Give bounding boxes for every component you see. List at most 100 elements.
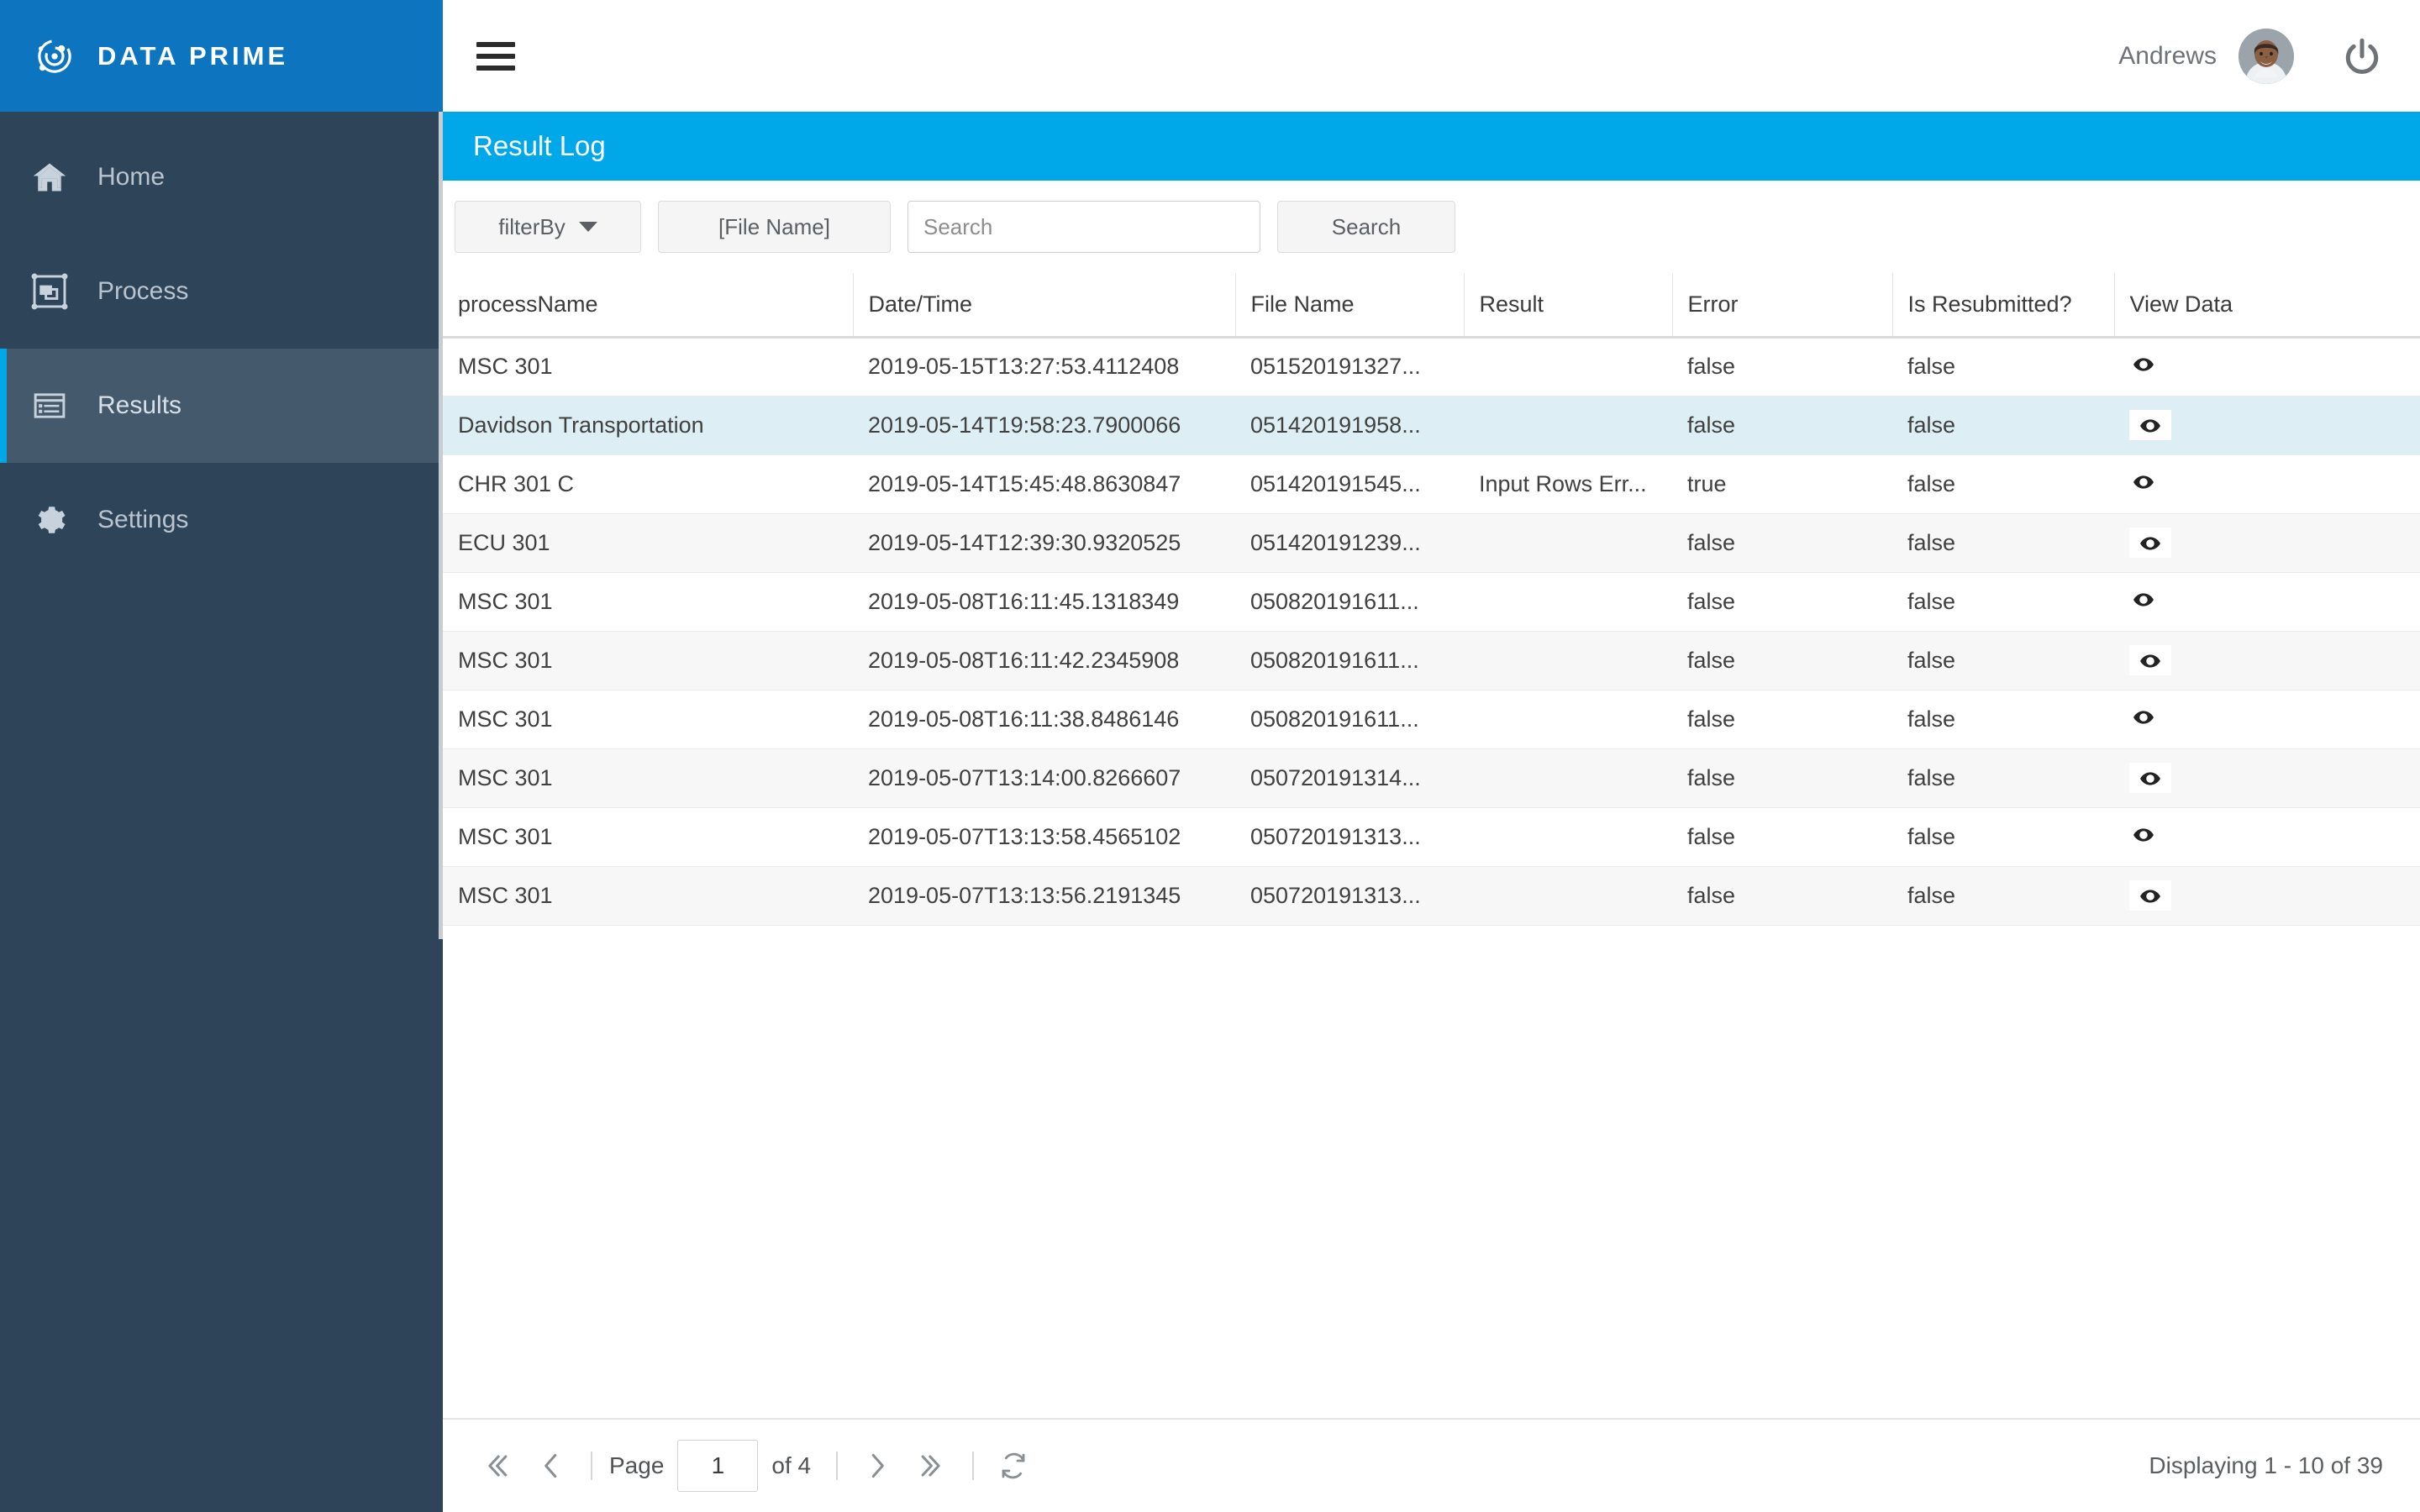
sidebar-item-process[interactable]: Process bbox=[0, 234, 443, 349]
error-cell: false bbox=[1672, 396, 1892, 455]
table-row[interactable]: MSC 301 2019-05-08T16:11:42.2345908 050820… bbox=[443, 631, 2420, 690]
hamburger-icon[interactable] bbox=[476, 37, 515, 76]
result-cell bbox=[1464, 807, 1672, 867]
column-header-datetime[interactable]: Date/Time bbox=[853, 273, 1236, 339]
column-header-error[interactable]: Error bbox=[1672, 273, 1893, 339]
result-cell bbox=[1464, 337, 1672, 396]
eye-icon[interactable] bbox=[2129, 824, 2158, 844]
view-data-button[interactable] bbox=[2129, 879, 2171, 911]
view-data-button[interactable] bbox=[2129, 824, 2158, 849]
table-row[interactable]: MSC 301 2019-05-07T13:13:58.4565102 050720… bbox=[443, 807, 2420, 867]
view-data-cell bbox=[2114, 748, 2420, 808]
toolbar: filterBy [File Name] Search bbox=[443, 181, 2420, 273]
search-button-label: Search bbox=[1331, 213, 1402, 239]
list-table-icon bbox=[30, 386, 69, 425]
error-cell: false bbox=[1672, 807, 1892, 867]
column-header-viewdata[interactable]: View Data bbox=[2114, 273, 2420, 339]
view-data-button[interactable] bbox=[2129, 644, 2171, 675]
error-cell: false bbox=[1672, 748, 1892, 808]
eye-icon[interactable] bbox=[2136, 415, 2165, 435]
error-cell: false bbox=[1672, 513, 1892, 573]
orbit-target-icon bbox=[30, 32, 79, 81]
pagination-controls: Page of 4 bbox=[468, 1438, 1041, 1494]
avatar[interactable] bbox=[2238, 28, 2294, 84]
file-name-cell: 051520191327... bbox=[1235, 337, 1464, 396]
column-header-isresubmitted[interactable]: Is Resubmitted? bbox=[1892, 273, 2115, 339]
view-data-button[interactable] bbox=[2129, 706, 2158, 732]
result-cell bbox=[1464, 513, 1672, 573]
view-data-button[interactable] bbox=[2129, 762, 2171, 793]
sidebar-item-settings[interactable]: Settings bbox=[0, 463, 443, 577]
chevron-right-icon[interactable] bbox=[850, 1438, 905, 1494]
is-resubmitted-cell: false bbox=[1892, 748, 2114, 808]
error-cell: false bbox=[1672, 337, 1892, 396]
double-chevron-left-icon[interactable] bbox=[468, 1438, 523, 1494]
column-header-filename[interactable]: File Name bbox=[1235, 273, 1465, 339]
sidebar-item-label: Settings bbox=[97, 506, 189, 533]
sidebar-item-label: Home bbox=[97, 163, 166, 191]
column-header-result[interactable]: Result bbox=[1464, 273, 1673, 339]
pagination-divider bbox=[972, 1452, 975, 1480]
result-cell bbox=[1464, 748, 1672, 808]
view-data-button[interactable] bbox=[2129, 409, 2171, 440]
view-data-button[interactable] bbox=[2129, 589, 2158, 614]
view-data-button[interactable] bbox=[2129, 471, 2158, 496]
table-row[interactable]: MSC 301 2019-05-08T16:11:38.8486146 050820… bbox=[443, 690, 2420, 749]
table-row[interactable]: ECU 301 2019-05-14T12:39:30.9320525 051420… bbox=[443, 513, 2420, 573]
view-data-cell bbox=[2114, 572, 2420, 632]
table-row[interactable]: MSC 301 2019-05-07T13:13:56.2191345 050720… bbox=[443, 866, 2420, 926]
datetime-cell: 2019-05-08T16:11:38.8486146 bbox=[853, 690, 1235, 749]
user-name: Andrews bbox=[2118, 41, 2217, 70]
eye-icon[interactable] bbox=[2136, 533, 2165, 553]
file-name-cell: 050820191611... bbox=[1235, 572, 1464, 632]
refresh-icon[interactable] bbox=[986, 1438, 1041, 1494]
eye-icon[interactable] bbox=[2129, 354, 2158, 374]
eye-icon[interactable] bbox=[2129, 706, 2158, 727]
view-data-button[interactable] bbox=[2129, 527, 2171, 558]
is-resubmitted-cell: false bbox=[1892, 396, 2114, 455]
view-data-cell bbox=[2114, 454, 2420, 514]
results-table: processName Date/Time File Name Result E… bbox=[443, 273, 2420, 926]
table-row[interactable]: CHR 301 C 2019-05-14T15:45:48.8630847 0514… bbox=[443, 454, 2420, 514]
filter-by-dropdown[interactable]: filterBy bbox=[455, 201, 641, 253]
chevron-left-icon[interactable] bbox=[523, 1438, 579, 1494]
chevron-down-icon bbox=[578, 222, 597, 232]
view-data-button[interactable] bbox=[2129, 354, 2158, 379]
eye-icon[interactable] bbox=[2136, 885, 2165, 906]
is-resubmitted-cell: false bbox=[1892, 690, 2114, 749]
table-row[interactable]: MSC 301 2019-05-07T13:14:00.8266607 050720… bbox=[443, 748, 2420, 808]
app-root: DATA PRIME Home Process Results Settings… bbox=[0, 0, 2420, 1512]
error-cell: false bbox=[1672, 631, 1892, 690]
double-chevron-right-icon[interactable] bbox=[905, 1438, 960, 1494]
table-row[interactable]: MSC 301 2019-05-08T16:11:45.1318349 050820… bbox=[443, 572, 2420, 632]
sidebar-item-home[interactable]: Home bbox=[0, 120, 443, 234]
file-name-button[interactable]: [File Name] bbox=[658, 201, 891, 253]
datetime-cell: 2019-05-07T13:13:58.4565102 bbox=[853, 807, 1235, 867]
eye-icon[interactable] bbox=[2129, 589, 2158, 609]
datetime-cell: 2019-05-15T13:27:53.4112408 bbox=[853, 337, 1235, 396]
page-total-label: of 4 bbox=[771, 1452, 812, 1478]
topbar: Andrews bbox=[443, 0, 2420, 112]
error-cell: false bbox=[1672, 690, 1892, 749]
process-name-cell: MSC 301 bbox=[443, 631, 853, 690]
power-icon[interactable] bbox=[2341, 35, 2383, 77]
is-resubmitted-cell: false bbox=[1892, 572, 2114, 632]
column-header-processname[interactable]: processName bbox=[443, 273, 854, 339]
eye-icon[interactable] bbox=[2129, 471, 2158, 491]
sidebar: DATA PRIME Home Process Results Settings bbox=[0, 0, 443, 1512]
search-button[interactable]: Search bbox=[1277, 201, 1455, 253]
sidebar-scrollbar[interactable] bbox=[439, 112, 443, 939]
search-input[interactable] bbox=[908, 201, 1260, 253]
error-cell: true bbox=[1672, 454, 1892, 514]
table-row[interactable]: Davidson Transportation 2019-05-14T19:58:… bbox=[443, 396, 2420, 455]
eye-icon[interactable] bbox=[2136, 650, 2165, 670]
process-name-cell: ECU 301 bbox=[443, 513, 853, 573]
table-row[interactable]: MSC 301 2019-05-15T13:27:53.4112408 051520… bbox=[443, 337, 2420, 396]
process-name-cell: Davidson Transportation bbox=[443, 396, 853, 455]
page-number-input[interactable] bbox=[677, 1440, 759, 1492]
sidebar-item-results[interactable]: Results bbox=[0, 349, 443, 463]
brand-header[interactable]: DATA PRIME bbox=[0, 0, 443, 112]
datetime-cell: 2019-05-08T16:11:45.1318349 bbox=[853, 572, 1235, 632]
eye-icon[interactable] bbox=[2136, 768, 2165, 788]
is-resubmitted-cell: false bbox=[1892, 866, 2114, 926]
